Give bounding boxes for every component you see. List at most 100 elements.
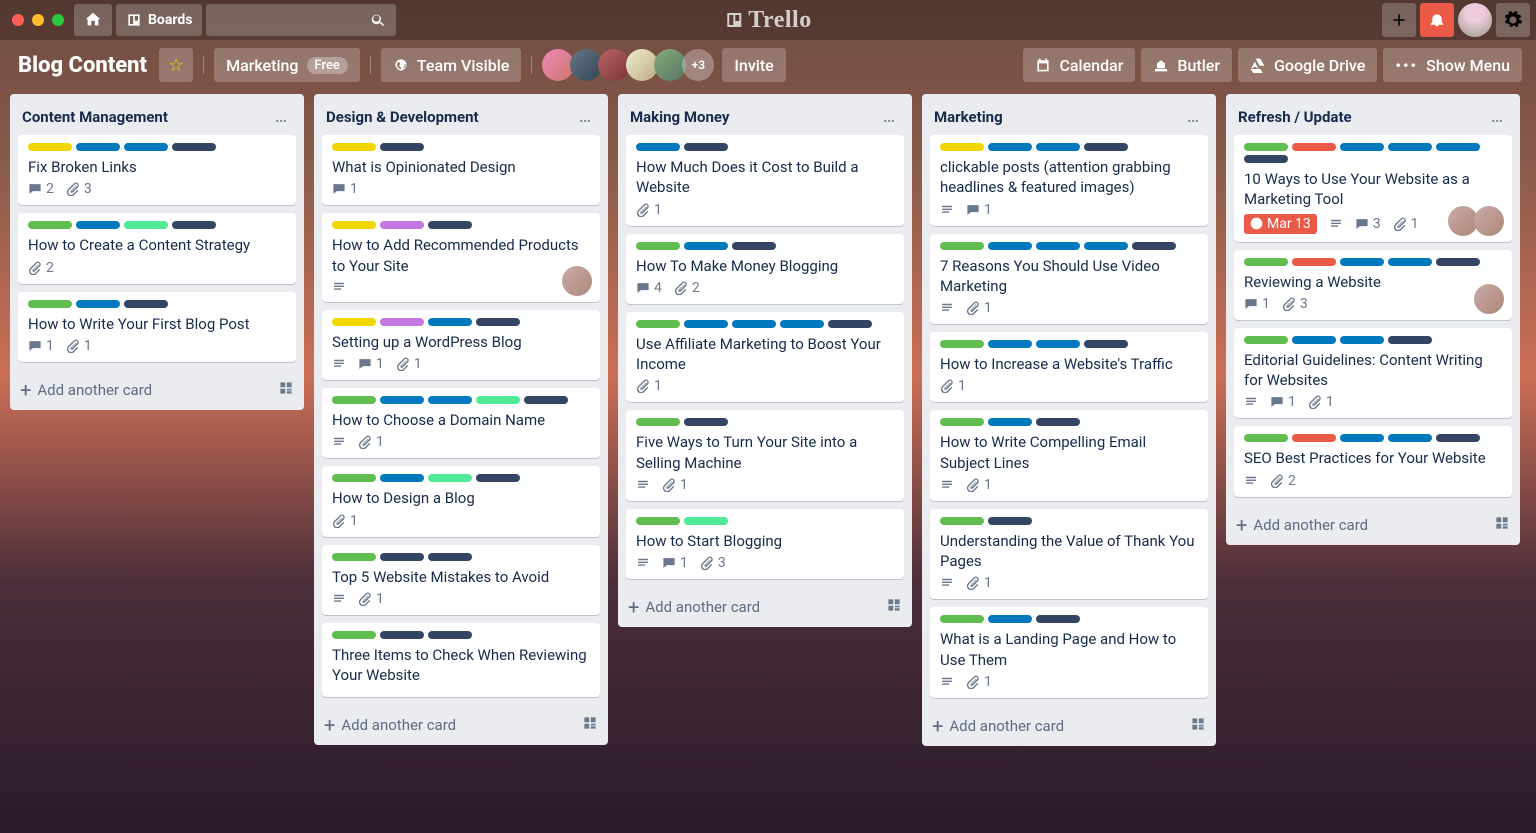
card-label[interactable] — [28, 300, 72, 308]
add-card-button[interactable]: +Add another card — [618, 589, 912, 627]
card[interactable]: How To Make Money Blogging 42 — [626, 234, 904, 304]
card[interactable]: Top 5 Website Mistakes to Avoid 1 — [322, 545, 600, 615]
card-label[interactable] — [476, 396, 520, 404]
card-label[interactable] — [1388, 434, 1432, 442]
card-label[interactable] — [76, 300, 120, 308]
card-label[interactable] — [1340, 143, 1384, 151]
card-label[interactable] — [380, 474, 424, 482]
list-title[interactable]: Making Money — [630, 108, 729, 126]
card-label[interactable] — [380, 221, 424, 229]
card-label[interactable] — [684, 517, 728, 525]
gdrive-powerup[interactable]: Google Drive — [1238, 48, 1377, 82]
list-title[interactable]: Marketing — [934, 108, 1003, 126]
card-label[interactable] — [332, 553, 376, 561]
card-label[interactable] — [1292, 336, 1336, 344]
card-label[interactable] — [732, 320, 776, 328]
card-label[interactable] — [1388, 336, 1432, 344]
card-label[interactable] — [380, 143, 424, 151]
card-label[interactable] — [28, 221, 72, 229]
card-label[interactable] — [124, 221, 168, 229]
add-card-button[interactable]: +Add another card — [10, 372, 304, 410]
card-template-button[interactable] — [582, 715, 598, 735]
card-label[interactable] — [1132, 242, 1176, 250]
card-template-button[interactable] — [1190, 716, 1206, 736]
card[interactable]: What is Opinionated Design 1 — [322, 135, 600, 205]
board-title[interactable]: Blog Content — [14, 53, 151, 78]
card-label[interactable] — [1340, 258, 1384, 266]
add-card-button[interactable]: +Add another card — [314, 707, 608, 745]
card-label[interactable] — [988, 340, 1032, 348]
member-avatar[interactable] — [1474, 206, 1504, 236]
card-label[interactable] — [332, 318, 376, 326]
card[interactable]: How to Add Recommended Products to Your … — [322, 213, 600, 302]
home-button[interactable] — [74, 4, 112, 36]
board-members[interactable]: +3 — [542, 49, 714, 81]
card-label[interactable] — [1084, 340, 1128, 348]
card-label[interactable] — [428, 221, 472, 229]
card-label[interactable] — [940, 242, 984, 250]
card-label[interactable] — [1292, 143, 1336, 151]
card-label[interactable] — [1244, 155, 1288, 163]
card-label[interactable] — [76, 221, 120, 229]
card-label[interactable] — [684, 418, 728, 426]
card-label[interactable] — [636, 418, 680, 426]
card[interactable]: Three Items to Check When Reviewing Your… — [322, 623, 600, 698]
card-label[interactable] — [1036, 418, 1080, 426]
card-label[interactable] — [780, 320, 824, 328]
card-label[interactable] — [76, 143, 120, 151]
card-label[interactable] — [1036, 242, 1080, 250]
card-label[interactable] — [380, 553, 424, 561]
calendar-powerup[interactable]: Calendar — [1023, 48, 1135, 82]
card[interactable]: What is a Landing Page and How to Use Th… — [930, 607, 1208, 698]
card[interactable]: Editorial Guidelines: Content Writing fo… — [1234, 328, 1512, 419]
card-label[interactable] — [28, 143, 72, 151]
card-template-button[interactable] — [1494, 515, 1510, 535]
card-label[interactable] — [940, 418, 984, 426]
boards-button[interactable]: Boards — [116, 4, 202, 36]
card-label[interactable] — [172, 143, 216, 151]
card[interactable]: How to Write Your First Blog Post 11 — [18, 292, 296, 362]
card-label[interactable] — [332, 474, 376, 482]
board-canvas[interactable]: Content Management … Fix Broken Links 23… — [0, 90, 1536, 833]
card-label[interactable] — [332, 143, 376, 151]
card-label[interactable] — [636, 517, 680, 525]
card-label[interactable] — [428, 318, 472, 326]
list-menu-button[interactable]: … — [575, 104, 596, 129]
card-label[interactable] — [1036, 143, 1080, 151]
card-label[interactable] — [332, 396, 376, 404]
card[interactable]: 7 Reasons You Should Use Video Marketing… — [930, 234, 1208, 325]
add-card-button[interactable]: +Add another card — [922, 708, 1216, 746]
visibility-button[interactable]: Team Visible — [381, 48, 521, 82]
card-label[interactable] — [940, 517, 984, 525]
list-title[interactable]: Design & Development — [326, 108, 479, 126]
butler-powerup[interactable]: Butler — [1141, 48, 1232, 82]
list-menu-button[interactable]: … — [879, 104, 900, 129]
card-label[interactable] — [988, 242, 1032, 250]
card-label[interactable] — [1036, 615, 1080, 623]
card[interactable]: Fix Broken Links 23 — [18, 135, 296, 205]
card-label[interactable] — [684, 320, 728, 328]
card-label[interactable] — [428, 396, 472, 404]
card-label[interactable] — [988, 517, 1032, 525]
settings-button[interactable] — [1496, 3, 1530, 37]
card[interactable]: clickable posts (attention grabbing head… — [930, 135, 1208, 226]
card-label[interactable] — [940, 340, 984, 348]
card-label[interactable] — [988, 143, 1032, 151]
card[interactable]: Understanding the Value of Thank You Pag… — [930, 509, 1208, 600]
team-button[interactable]: Marketing Free — [214, 48, 360, 82]
card[interactable]: How to Increase a Website's Traffic 1 — [930, 332, 1208, 402]
user-avatar[interactable] — [1458, 3, 1492, 37]
card-label[interactable] — [1436, 258, 1480, 266]
invite-button[interactable]: Invite — [722, 48, 785, 82]
card-label[interactable] — [332, 631, 376, 639]
card[interactable]: Setting up a WordPress Blog 11 — [322, 310, 600, 380]
card-label[interactable] — [732, 242, 776, 250]
card-label[interactable] — [124, 300, 168, 308]
card-label[interactable] — [172, 221, 216, 229]
card-label[interactable] — [828, 320, 872, 328]
card-label[interactable] — [1436, 143, 1480, 151]
card-label[interactable] — [1436, 434, 1480, 442]
card[interactable]: How to Write Compelling Email Subject Li… — [930, 410, 1208, 501]
card-label[interactable] — [380, 318, 424, 326]
card-label[interactable] — [1036, 340, 1080, 348]
